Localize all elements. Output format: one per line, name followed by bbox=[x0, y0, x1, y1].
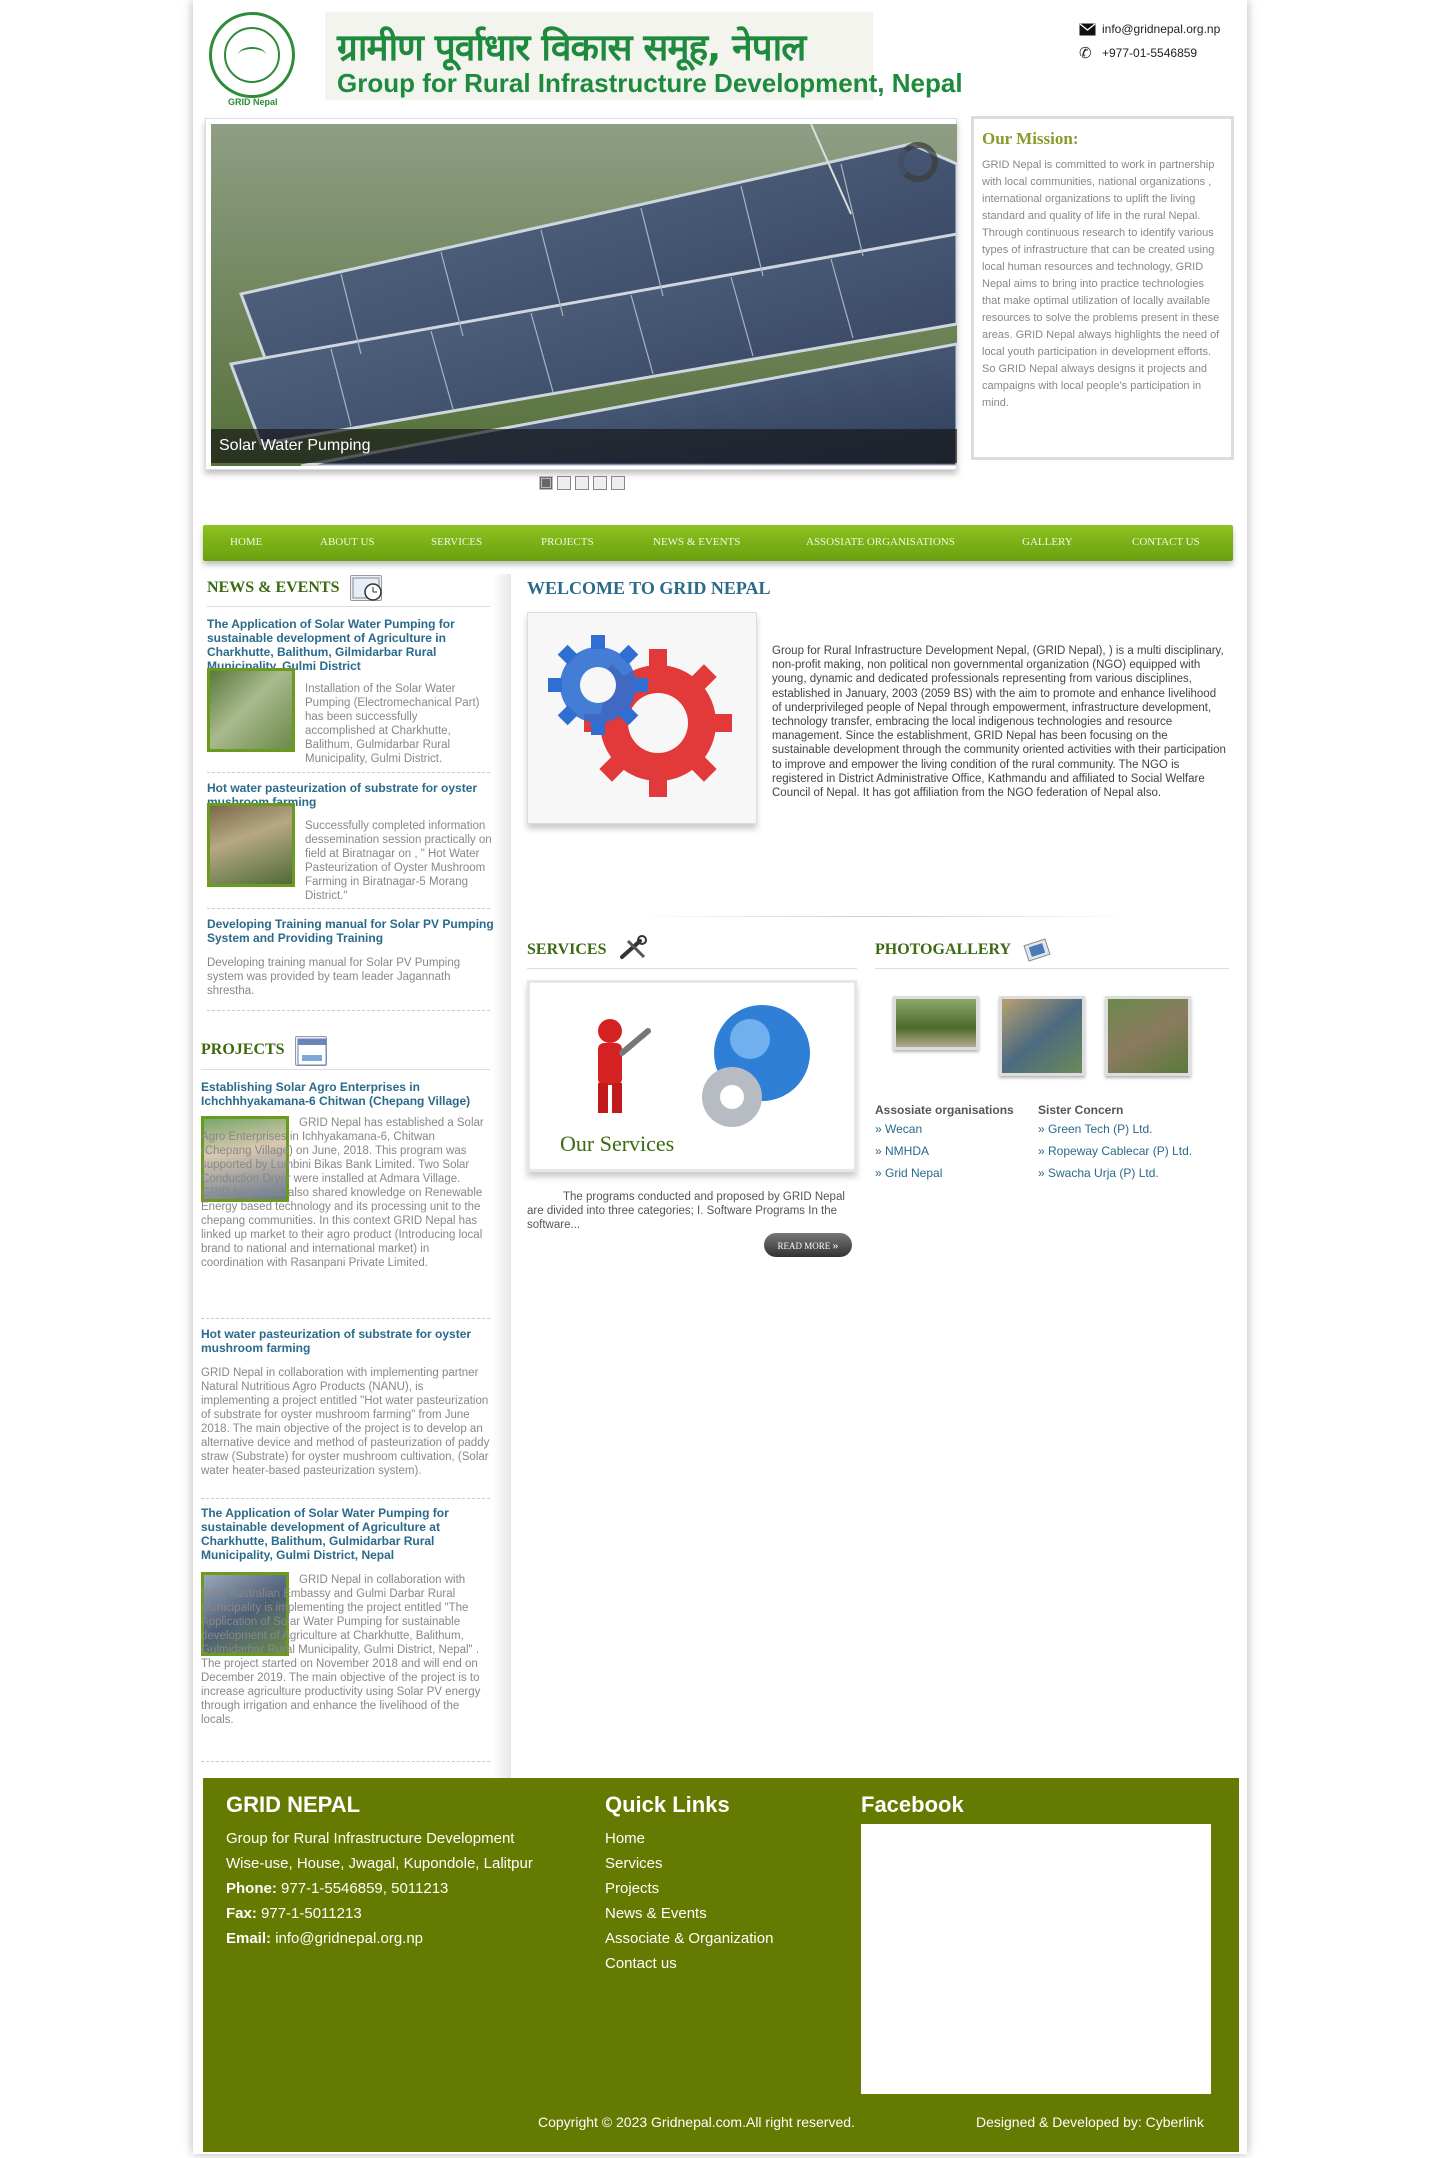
nav-news-events[interactable]: NEWS & EVENTS bbox=[653, 536, 740, 548]
nav-home[interactable]: HOME bbox=[230, 536, 262, 548]
services-text: The programs conducted and proposed by G… bbox=[527, 1191, 845, 1231]
copyright-text: Copyright © 2023 Gridnepal.com.All right… bbox=[538, 2114, 855, 2130]
slider-dot-4[interactable] bbox=[593, 476, 607, 490]
section-divider bbox=[633, 916, 1133, 917]
welcome-gears-image bbox=[527, 612, 757, 824]
footer-link-contact[interactable]: Contact us bbox=[605, 1951, 677, 1976]
footer-link-services[interactable]: Services bbox=[605, 1851, 663, 1876]
image-slider[interactable]: Solar Water Pumping bbox=[205, 118, 957, 470]
sister-concern-link[interactable]: » Ropeway Cablecar (P) Ltd. bbox=[1038, 1144, 1192, 1158]
project-item-text: GRID Nepal in collaboration with DAP, Au… bbox=[201, 1574, 481, 1726]
developer-credit[interactable]: Designed & Developed by: Cyberlink bbox=[976, 2114, 1204, 2130]
facebook-title: Facebook bbox=[861, 1792, 964, 1817]
footer-link-news-events[interactable]: News & Events bbox=[605, 1901, 707, 1926]
nav-projects[interactable]: PROJECTS bbox=[541, 536, 594, 548]
news-item-text: Successfully completed information desse… bbox=[305, 820, 492, 902]
slider-dot-1[interactable] bbox=[539, 476, 553, 490]
document-window-icon bbox=[295, 1036, 327, 1066]
envelope-icon bbox=[1079, 22, 1096, 36]
photogallery-title: PHOTOGALLERY bbox=[875, 941, 1012, 958]
slider-loading-icon bbox=[898, 142, 938, 182]
photo-icon bbox=[1023, 936, 1051, 964]
read-more-label: READ MORE bbox=[777, 1241, 831, 1251]
nav-gallery[interactable]: GALLERY bbox=[1022, 536, 1073, 548]
slider-pagination bbox=[539, 476, 625, 490]
footer-org-title: GRID NEPAL bbox=[226, 1792, 361, 1817]
project-item-title[interactable]: Establishing Solar Agro Enterprises in I… bbox=[201, 1080, 491, 1108]
footer: GRID NEPAL Group for Rural Infrastructur… bbox=[203, 1778, 1239, 2152]
banner-title-nepali: ग्रामीण पूर्वाधार विकास समूह, नेपाल bbox=[337, 26, 806, 69]
welcome-text: Group for Rural Infrastructure Developme… bbox=[772, 645, 1226, 800]
header-banner[interactable]: ग्रामीण पूर्वाधार विकास समूह, नेपाल Grou… bbox=[325, 12, 963, 100]
associate-link[interactable]: » NMHDA bbox=[875, 1144, 929, 1158]
news-item-thumbnail[interactable] bbox=[207, 803, 295, 887]
project-item-text: GRID Nepal has established a Solar Agro … bbox=[201, 1117, 484, 1269]
mission-text: GRID Nepal is committed to work in partn… bbox=[982, 159, 1220, 409]
news-item-title[interactable]: The Application of Solar Water Pumping f… bbox=[207, 617, 489, 673]
read-more-button[interactable]: READ MORE » bbox=[764, 1233, 852, 1257]
welcome-title: WELCOME TO GRID NEPAL bbox=[527, 578, 771, 598]
associate-link[interactable]: » Grid Nepal bbox=[875, 1166, 942, 1180]
project-item-title[interactable]: Hot water pasteurization of substrate fo… bbox=[201, 1327, 491, 1355]
slider-dot-2[interactable] bbox=[557, 476, 571, 490]
tools-icon bbox=[618, 935, 650, 961]
news-item-text: Developing training manual for Solar PV … bbox=[207, 957, 461, 997]
sister-concern-link[interactable]: » Green Tech (P) Ltd. bbox=[1038, 1122, 1153, 1136]
slide-image-solar-panels bbox=[211, 124, 957, 466]
gallery-thumbnail[interactable] bbox=[999, 996, 1085, 1076]
nav-about-us[interactable]: ABOUT US bbox=[320, 536, 375, 548]
main-navigation: HOME ABOUT US SERVICES PROJECTS NEWS & E… bbox=[203, 525, 1233, 561]
sister-concern-title: Sister Concern bbox=[1038, 1103, 1124, 1117]
news-events-title: NEWS & EVENTS bbox=[207, 579, 340, 596]
associate-link[interactable]: » Wecan bbox=[875, 1122, 922, 1136]
page-container: GRID Nepal ग्रामीण पूर्वाधार विकास समूह,… bbox=[193, 0, 1247, 2154]
news-item-thumbnail[interactable] bbox=[207, 668, 295, 752]
phone-icon: ✆ bbox=[1079, 44, 1092, 62]
gallery-thumbnail[interactable] bbox=[1105, 996, 1191, 1076]
phone-text: +977-01-5546859 bbox=[1102, 46, 1198, 60]
services-image[interactable]: Our Services bbox=[527, 980, 857, 1172]
logo-seal[interactable] bbox=[209, 12, 295, 98]
project-item-text: GRID Nepal in collaboration with impleme… bbox=[201, 1367, 490, 1477]
news-item-title[interactable]: Developing Training manual for Solar PV … bbox=[207, 917, 497, 945]
project-item-title[interactable]: The Application of Solar Water Pumping f… bbox=[201, 1506, 491, 1562]
facebook-widget[interactable] bbox=[861, 1824, 1211, 2094]
slide-caption: Solar Water Pumping bbox=[211, 429, 957, 463]
mission-box: Our Mission: GRID Nepal is committed to … bbox=[971, 116, 1234, 460]
news-item-text: Installation of the Solar Water Pumping … bbox=[305, 683, 480, 765]
quick-links-title: Quick Links bbox=[605, 1792, 730, 1817]
logo-caption: GRID Nepal bbox=[228, 97, 278, 107]
projects-title: PROJECTS bbox=[201, 1041, 285, 1058]
nav-services[interactable]: SERVICES bbox=[431, 536, 482, 548]
associate-organisations-title: Assosiate organisations bbox=[875, 1103, 1014, 1117]
footer-link-projects[interactable]: Projects bbox=[605, 1876, 659, 1901]
nav-associate-organisations[interactable]: ASSOSIATE ORGANISATIONS bbox=[806, 536, 955, 548]
mission-title: Our Mission: bbox=[982, 129, 1079, 148]
calendar-clock-icon bbox=[350, 575, 382, 601]
footer-phone: Phone: 977-1-5546859, 5011213 bbox=[226, 1880, 449, 1897]
services-image-caption: Our Services bbox=[560, 1131, 675, 1156]
footer-org-full: Group for Rural Infrastructure Developme… bbox=[226, 1830, 515, 1847]
sister-concern-link[interactable]: » Swacha Urja (P) Ltd. bbox=[1038, 1166, 1159, 1180]
footer-address: Wise-use, House, Jwagal, Kupondole, Lali… bbox=[226, 1855, 533, 1872]
services-title: SERVICES bbox=[527, 941, 607, 958]
slider-dot-3[interactable] bbox=[575, 476, 589, 490]
footer-email[interactable]: Email: info@gridnepal.org.np bbox=[226, 1926, 423, 1951]
email-text: info@gridnepal.org.np bbox=[1102, 22, 1221, 36]
footer-link-home[interactable]: Home bbox=[605, 1826, 645, 1851]
header-phone[interactable]: ✆ +977-01-5546859 bbox=[1079, 44, 1198, 62]
slider-dot-5[interactable] bbox=[611, 476, 625, 490]
nav-contact-us[interactable]: CONTACT US bbox=[1132, 536, 1200, 548]
footer-fax: Fax: 977-1-5011213 bbox=[226, 1905, 362, 1922]
gallery-thumbnail[interactable] bbox=[893, 996, 979, 1050]
header-email[interactable]: info@gridnepal.org.np bbox=[1079, 22, 1220, 36]
footer-link-associate[interactable]: Associate & Organization bbox=[605, 1926, 773, 1951]
banner-title-english: Group for Rural Infrastructure Developme… bbox=[337, 68, 963, 98]
double-chevron-icon: » bbox=[832, 1238, 839, 1252]
